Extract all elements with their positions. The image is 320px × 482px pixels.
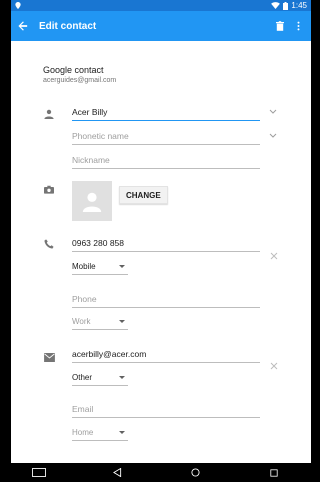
- delete-icon: [276, 21, 284, 31]
- email-type-select[interactable]: Other: [72, 370, 128, 386]
- new-phone-type-value: Work: [72, 317, 91, 326]
- new-phone-field[interactable]: Phone: [72, 290, 260, 308]
- avatar-placeholder-icon: [82, 192, 102, 212]
- new-email-type-value: Home: [72, 428, 94, 437]
- account-type: Google contact: [43, 65, 104, 75]
- keyboard-button[interactable]: [29, 463, 49, 482]
- phone-placeholder: Phone: [72, 294, 97, 304]
- phone-number-field[interactable]: 0963 280 858: [72, 234, 260, 252]
- navigation-bar: [0, 463, 313, 482]
- email-icon: [43, 351, 55, 363]
- phone-type-value: Mobile: [72, 262, 96, 271]
- delete-button[interactable]: [271, 11, 289, 41]
- contact-photo[interactable]: [72, 181, 112, 221]
- battery-icon: [283, 1, 289, 10]
- recents-nav-icon: [270, 468, 278, 477]
- account-email: acerguides@gmail.com: [43, 77, 117, 84]
- recents-nav-button[interactable]: [264, 463, 284, 482]
- chevron-down-icon[interactable]: [268, 130, 278, 140]
- email-address-field[interactable]: acerbilly@acer.com: [72, 345, 260, 363]
- name-field[interactable]: Acer Billy: [72, 103, 260, 121]
- back-button[interactable]: [11, 11, 35, 41]
- home-nav-button[interactable]: [186, 463, 206, 482]
- device-frame: 1:45 Edit contact Google contact acergui…: [0, 0, 313, 482]
- app-bar: Edit contact: [11, 11, 311, 41]
- dropdown-arrow-icon: [119, 265, 125, 268]
- back-arrow-icon: [18, 21, 28, 31]
- dropdown-arrow-icon: [119, 376, 125, 379]
- dropdown-arrow-icon: [119, 431, 125, 434]
- phone-icon: [43, 238, 55, 250]
- more-vert-icon: [297, 21, 299, 31]
- more-options-button[interactable]: [289, 11, 307, 41]
- phonetic-name-placeholder: Phonetic name: [72, 131, 129, 141]
- keyboard-icon: [32, 468, 47, 477]
- close-icon[interactable]: [269, 361, 279, 371]
- phone-value: 0963 280 858: [72, 238, 124, 248]
- nickname-field[interactable]: Nickname: [72, 151, 260, 169]
- nickname-placeholder: Nickname: [72, 155, 110, 165]
- new-email-field[interactable]: Email: [72, 400, 260, 418]
- edit-contact-form: Google contact acerguides@gmail.com Acer…: [11, 41, 311, 463]
- status-time: 1:45: [291, 1, 307, 10]
- wifi-icon: [271, 2, 281, 9]
- close-icon[interactable]: [269, 251, 279, 261]
- back-nav-icon: [112, 468, 121, 477]
- camera-icon: [43, 183, 55, 195]
- phone-type-select[interactable]: Mobile: [72, 259, 128, 275]
- new-phone-type-select[interactable]: Work: [72, 314, 128, 330]
- account-header: Google contact acerguides@gmail.com: [43, 65, 116, 84]
- change-photo-button[interactable]: CHANGE: [119, 186, 168, 204]
- home-nav-icon: [191, 468, 200, 477]
- back-nav-button[interactable]: [107, 463, 127, 482]
- location-pin-icon: [15, 2, 21, 9]
- chevron-down-icon[interactable]: [268, 106, 278, 116]
- status-bar: 1:45: [11, 0, 311, 11]
- email-value: acerbilly@acer.com: [72, 349, 147, 359]
- name-value: Acer Billy: [72, 107, 108, 117]
- new-email-type-select[interactable]: Home: [72, 425, 128, 441]
- dropdown-arrow-icon: [119, 320, 125, 323]
- person-icon: [43, 108, 55, 120]
- page-title: Edit contact: [39, 20, 97, 32]
- email-type-value: Other: [72, 373, 93, 382]
- email-placeholder: Email: [72, 404, 94, 414]
- phonetic-name-field[interactable]: Phonetic name: [72, 127, 260, 145]
